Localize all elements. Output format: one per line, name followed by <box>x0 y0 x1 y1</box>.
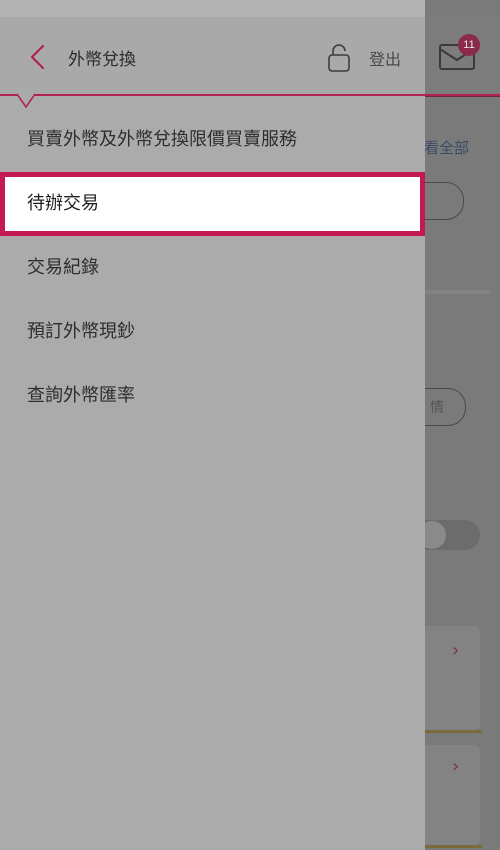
menu-item-fx-trading-limit-order[interactable]: 買賣外幣及外幣兌換限價買賣服務 <box>0 108 425 172</box>
logout-button[interactable]: 登出 <box>369 46 401 70</box>
header-divider <box>0 94 500 96</box>
background-card-accent <box>424 845 482 848</box>
chevron-right-icon: › <box>452 756 460 777</box>
details-button-label: 情 <box>430 400 444 416</box>
view-all-link[interactable]: 看全部 <box>424 137 500 158</box>
menu-item-reserve-foreign-cash[interactable]: 預訂外幣現鈔 <box>0 300 425 364</box>
menu-item-exchange-rates[interactable]: 查詢外幣匯率 <box>0 364 425 428</box>
divider-notch <box>17 94 35 108</box>
back-arrow-icon[interactable] <box>28 44 46 70</box>
page-title: 外幣兌換 <box>68 50 136 70</box>
unlock-icon[interactable] <box>327 43 351 73</box>
drawer-header <box>0 17 425 95</box>
drawer-menu: 買賣外幣及外幣兌換限價買賣服務 待辦交易 交易紀錄 預訂外幣現鈔 查詢外幣匯率 <box>0 108 425 428</box>
chevron-right-icon: › <box>452 640 460 661</box>
status-bar <box>0 0 425 17</box>
menu-item-pending-transactions[interactable]: 待辦交易 <box>0 172 425 236</box>
mail-badge: 11 <box>458 34 480 56</box>
menu-item-transaction-history[interactable]: 交易紀錄 <box>0 236 425 300</box>
screen: 11 看全部 情 › › 外幣兌換 登出 買賣外幣及外幣兌換限價買賣服務 待辦交… <box>0 0 500 850</box>
background-card-accent <box>424 730 482 733</box>
